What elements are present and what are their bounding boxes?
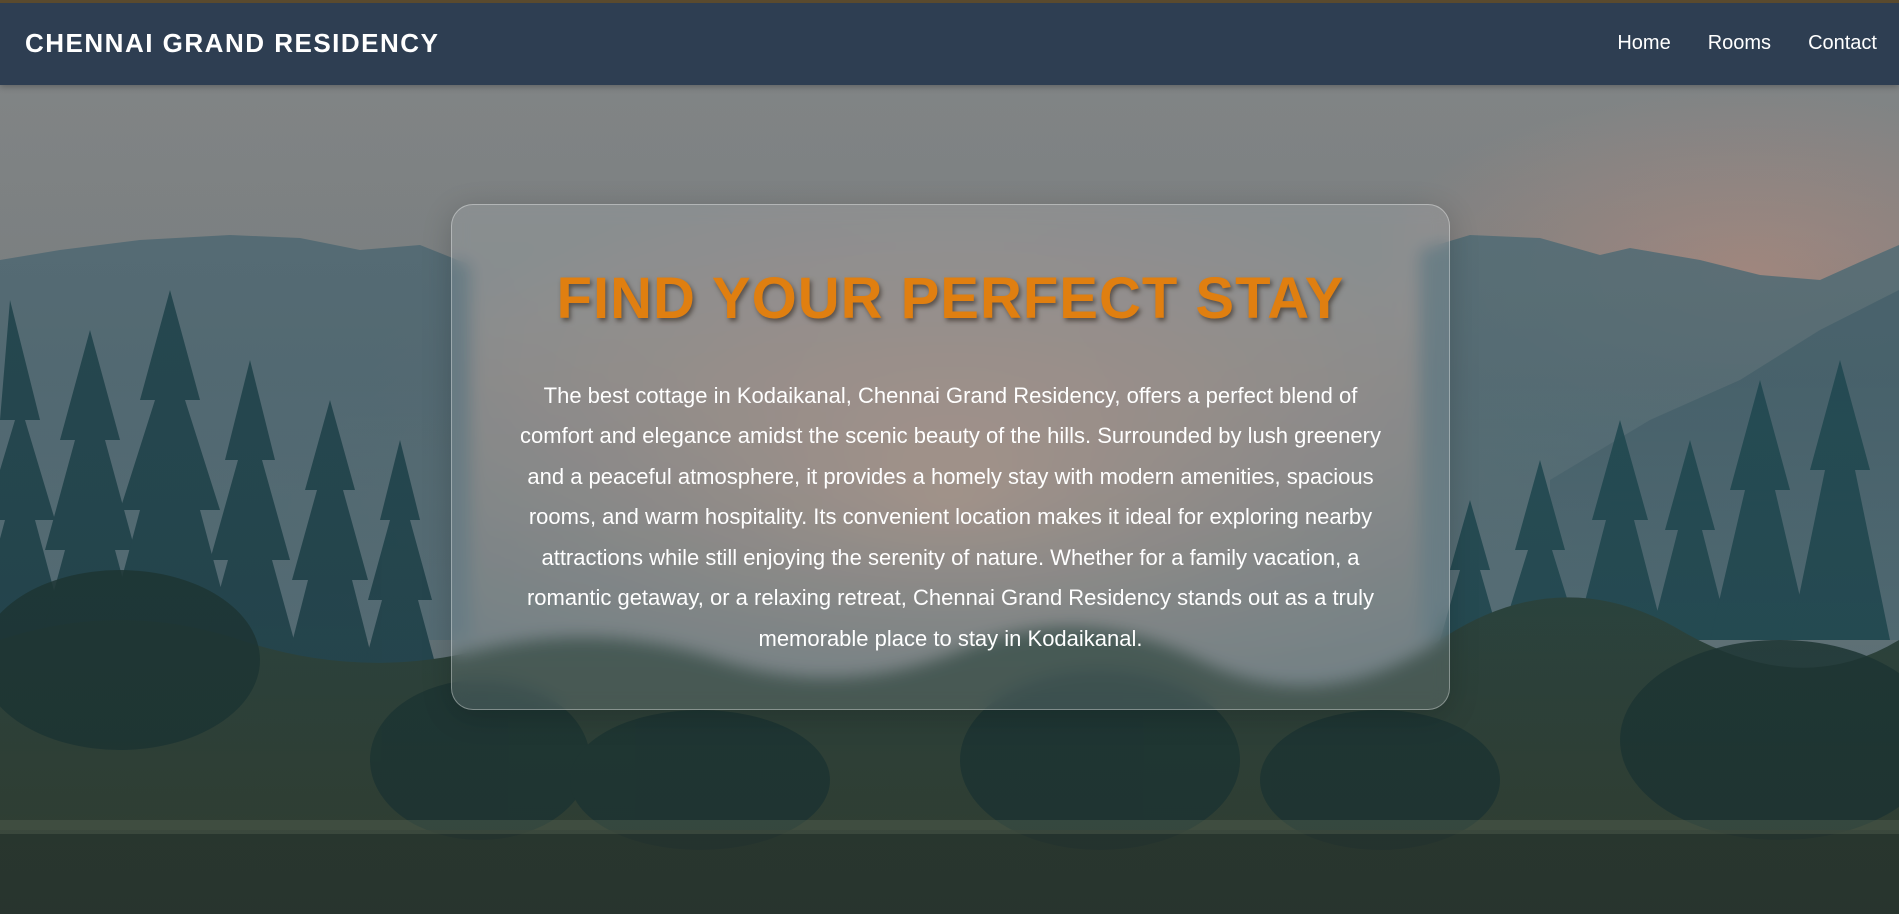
hero-description: The best cottage in Kodaikanal, Chennai … bbox=[520, 382, 1381, 651]
brand-logo-text[interactable]: CHENNAI GRAND RESIDENCY bbox=[25, 28, 439, 59]
nav-link-home[interactable]: Home bbox=[1617, 32, 1670, 55]
nav-link-contact[interactable]: Contact bbox=[1808, 32, 1877, 55]
page: CHENNAI GRAND RESIDENCY Home Rooms Conta… bbox=[0, 0, 1899, 914]
nav-links: Home Rooms Contact bbox=[1580, 32, 1877, 55]
hero-card: FIND YOUR PERFECT STAY The best cottage … bbox=[451, 204, 1450, 710]
hero-title: FIND YOUR PERFECT STAY bbox=[556, 266, 1345, 331]
nav-link-rooms[interactable]: Rooms bbox=[1708, 32, 1771, 55]
top-navbar: CHENNAI GRAND RESIDENCY Home Rooms Conta… bbox=[0, 0, 1899, 85]
